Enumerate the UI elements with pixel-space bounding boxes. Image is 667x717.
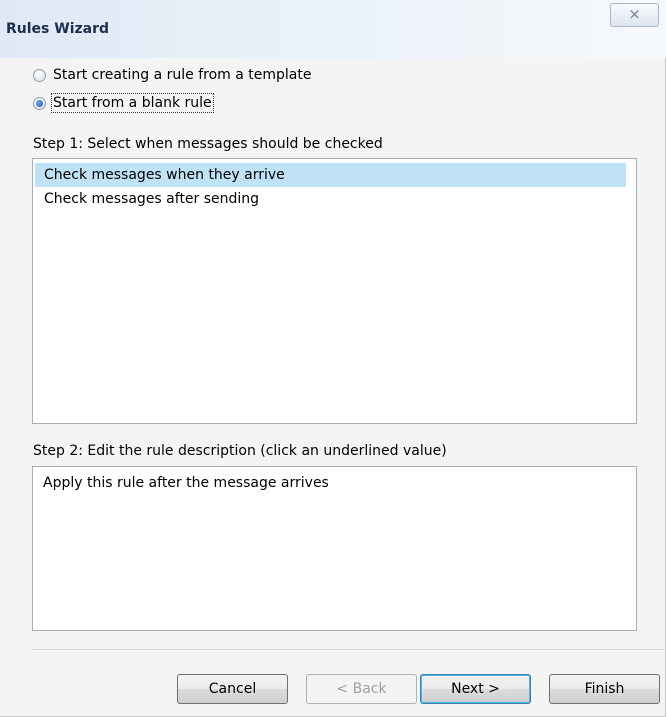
cancel-button[interactable]: Cancel xyxy=(177,674,288,704)
separator xyxy=(32,649,664,651)
option-template-label: Start creating a rule from a template xyxy=(53,67,312,83)
finish-button[interactable]: Finish xyxy=(549,674,660,704)
rules-wizard-dialog: Rules Wizard ⨯ Start creating a rule fro… xyxy=(0,0,666,717)
close-icon: ⨯ xyxy=(628,5,641,23)
option-template[interactable]: Start creating a rule from a template xyxy=(33,65,311,85)
rule-description-box[interactable]: Apply this rule after the message arrive… xyxy=(32,466,637,631)
radio-blank-rule[interactable] xyxy=(33,96,46,110)
back-button[interactable]: < Back xyxy=(306,674,417,704)
window-title: Rules Wizard xyxy=(6,21,110,37)
next-button[interactable]: Next > xyxy=(420,674,531,704)
list-item[interactable]: Check messages when they arrive xyxy=(35,163,626,187)
option-blank-rule-label: Start from a blank rule xyxy=(51,93,214,113)
step2-label: Step 2: Edit the rule description (click… xyxy=(33,443,447,459)
option-blank-rule[interactable]: Start from a blank rule xyxy=(33,93,214,113)
list-item[interactable]: Check messages after sending xyxy=(35,187,626,211)
close-button[interactable]: ⨯ xyxy=(610,3,659,27)
title-bar: Rules Wizard ⨯ xyxy=(0,0,666,58)
rule-description-text: Apply this rule after the message arrive… xyxy=(43,475,329,491)
radio-template[interactable] xyxy=(33,68,46,82)
step1-label: Step 1: Select when messages should be c… xyxy=(33,136,383,152)
condition-listbox[interactable]: Check messages when they arrive Check me… xyxy=(32,158,637,424)
